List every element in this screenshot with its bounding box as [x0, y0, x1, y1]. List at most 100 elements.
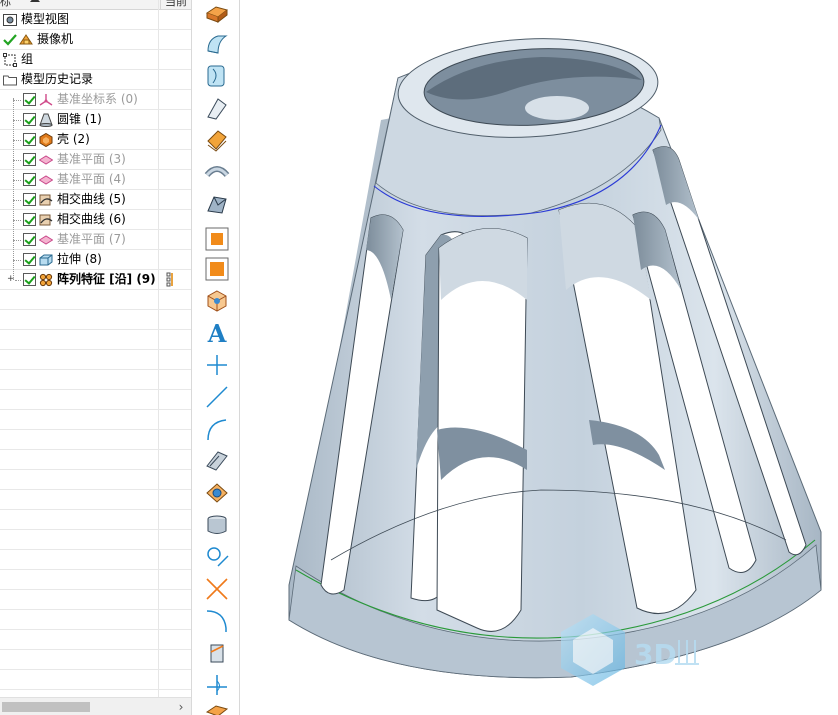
- box-orange-icon: [205, 227, 229, 251]
- top-hole-bright-spot: [525, 96, 589, 120]
- tree-item-datum-csys[interactable]: 基准坐标系 (0): [0, 90, 191, 110]
- tree-item-label: 相交曲线 (5): [57, 192, 126, 206]
- box-button[interactable]: [204, 226, 230, 252]
- tree-item-datum-plane-4[interactable]: 基准平面 (4): [0, 170, 191, 190]
- tree-item-label: 圆锥 (1): [57, 112, 102, 126]
- camera-icon: [19, 33, 33, 47]
- tree-connector: [13, 140, 21, 141]
- tree-item-camera[interactable]: 摄像机: [0, 30, 191, 50]
- empty-row: [0, 590, 191, 610]
- tree-item-extrude[interactable]: 拉伸 (8): [0, 250, 191, 270]
- fill-surface-button[interactable]: [204, 191, 230, 217]
- circle-line-button[interactable]: [204, 544, 230, 570]
- datum-plane-icon: [38, 233, 54, 247]
- horizontal-scrollbar[interactable]: ›: [0, 697, 191, 715]
- text-button[interactable]: A: [204, 320, 230, 346]
- tree-item-label: 基准平面 (4): [57, 172, 126, 186]
- tree-rows: 模型视图 摄像机 组 模型历史记录 基准坐标系 (0) 圆锥 (1) 壳 (2)…: [0, 10, 191, 690]
- line-button[interactable]: [204, 384, 230, 410]
- sort-ascending-icon: [30, 0, 40, 2]
- tree-item-intersect-curve-5[interactable]: 相交曲线 (5): [0, 190, 191, 210]
- visibility-checkbox[interactable]: [23, 113, 36, 126]
- sweep-surface-button[interactable]: [204, 31, 230, 57]
- sketch-cube-button[interactable]: [204, 288, 230, 314]
- plane-face-button[interactable]: [204, 448, 230, 474]
- scrollbar-thumb[interactable]: [2, 702, 90, 712]
- empty-row: [0, 650, 191, 670]
- cone-icon: [39, 113, 53, 127]
- scroll-right-icon[interactable]: ›: [174, 700, 188, 714]
- visibility-checkbox[interactable]: [23, 193, 36, 206]
- watermark-text: 3D: [634, 638, 677, 671]
- visibility-checkbox[interactable]: [23, 273, 36, 286]
- cylinder-button[interactable]: [204, 512, 230, 538]
- extrude-surface-button[interactable]: [204, 1, 230, 27]
- pattern-marker-icon: [166, 272, 174, 287]
- tree-item-pattern[interactable]: + 阵列特征 [沿] (9): [0, 270, 191, 290]
- visibility-checkbox[interactable]: [23, 93, 36, 106]
- tree-item-group[interactable]: 组: [0, 50, 191, 70]
- empty-row: [0, 370, 191, 390]
- datum-plane-icon: [38, 153, 54, 167]
- shape-button[interactable]: [204, 700, 230, 715]
- tree-item-datum-plane-7[interactable]: 基准平面 (7): [0, 230, 191, 250]
- tree-item-label: 阵列特征 [沿] (9): [57, 272, 156, 286]
- point-plus-icon: [207, 675, 227, 695]
- tree-item-cone[interactable]: 圆锥 (1): [0, 110, 191, 130]
- arc-button[interactable]: [204, 416, 230, 442]
- empty-row: [0, 390, 191, 410]
- revolve-surface-button[interactable]: [204, 63, 230, 89]
- tree-col-current[interactable]: 当前: [160, 0, 191, 10]
- empty-row: [0, 410, 191, 430]
- datum-csys-icon: [39, 93, 53, 107]
- empty-row: [0, 430, 191, 450]
- ruled-surface-button[interactable]: [204, 95, 230, 121]
- shell-icon: [39, 132, 53, 148]
- tree-item-label: 相交曲线 (6): [57, 212, 126, 226]
- group-icon: [3, 53, 17, 67]
- tree-item-label: 壳 (2): [57, 132, 90, 146]
- datum-face-button[interactable]: [204, 480, 230, 506]
- visibility-checkbox[interactable]: [23, 173, 36, 186]
- offset-surface-button[interactable]: [204, 127, 230, 153]
- tree-connector: [13, 100, 21, 101]
- tree-item-shell[interactable]: 壳 (2): [0, 130, 191, 150]
- tree-connector: [13, 240, 21, 241]
- curve-corner-icon: [206, 610, 227, 632]
- plane-face-icon: [206, 451, 228, 471]
- text-icon: A: [207, 320, 227, 346]
- square-button[interactable]: [204, 256, 230, 282]
- tree-item-label: 基准平面 (7): [57, 232, 126, 246]
- trim-button[interactable]: [204, 576, 230, 602]
- tree-item-model-view[interactable]: 模型视图: [0, 10, 191, 30]
- cylinder-cut-button[interactable]: [204, 640, 230, 666]
- point-plus-button[interactable]: [204, 672, 230, 698]
- fillet-curve-button[interactable]: [204, 608, 230, 634]
- point-button[interactable]: [204, 352, 230, 378]
- empty-row: [0, 610, 191, 630]
- tree-connector: [13, 220, 21, 221]
- intersect-curve-icon: [39, 213, 53, 227]
- tree-item-history[interactable]: 模型历史记录: [0, 70, 191, 90]
- visibility-checkbox[interactable]: [23, 233, 36, 246]
- visibility-checkbox[interactable]: [23, 133, 36, 146]
- visibility-checkbox[interactable]: [23, 153, 36, 166]
- visibility-checkbox[interactable]: [23, 213, 36, 226]
- pattern-feature-icon: [39, 273, 53, 287]
- tree-item-intersect-curve-6[interactable]: 相交曲线 (6): [0, 210, 191, 230]
- empty-row: [0, 510, 191, 530]
- empty-row: [0, 310, 191, 330]
- svg-text:A: A: [207, 320, 227, 346]
- 3d-viewport[interactable]: 3D: [241, 0, 838, 715]
- tree-item-label: 组: [21, 52, 34, 66]
- cube-sketch-icon: [207, 290, 227, 312]
- point-cross-icon: [207, 355, 227, 375]
- pipe-button[interactable]: [204, 159, 230, 185]
- tree-col-name-label: 标: [0, 0, 11, 8]
- empty-row: [0, 670, 191, 690]
- x-cross-icon: [206, 578, 228, 600]
- tree-item-datum-plane-3[interactable]: 基准平面 (3): [0, 150, 191, 170]
- tree-col-name[interactable]: 标: [0, 0, 158, 10]
- visibility-checkbox[interactable]: [23, 253, 36, 266]
- revolve-surface-icon: [207, 65, 225, 87]
